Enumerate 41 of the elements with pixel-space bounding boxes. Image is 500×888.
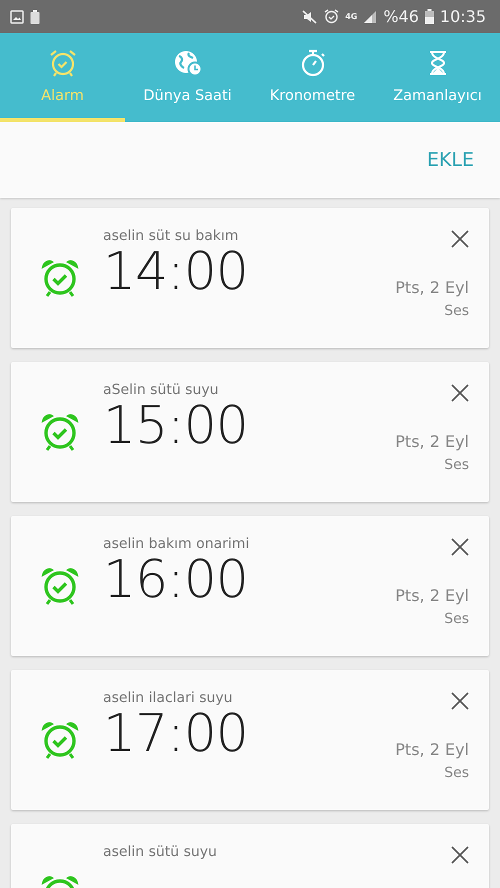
alarm-time: 14:00 [103,244,249,302]
close-icon[interactable] [451,230,469,248]
network-type: 4G [345,12,358,21]
alarm-name: aselin sütü suyu [103,844,218,860]
close-icon[interactable] [451,846,469,864]
alarm-name: aselin süt su bakım [103,228,240,244]
close-icon[interactable] [451,384,469,402]
alarm-sound: Ses [444,765,469,781]
close-icon[interactable] [451,692,469,710]
alarm-sound: Ses [444,457,469,473]
alarm-days: Pts, 2 Eyl [395,432,469,451]
alarm-name: aselin bakım onarimi [103,536,250,552]
tab[interactable]: Zamanlayıcı [375,33,500,122]
alarm-name: aSelin sütü suyu [103,382,220,398]
alarm-card[interactable]: aselin ilaclari suyu 17:00 Pts, 2 Eyl Ses [11,670,489,810]
tab[interactable]: Kronometre [250,33,375,122]
alarm-time: 17:00 [103,706,249,764]
battery-icon [30,10,40,24]
alarm-time: 15:00 [103,398,249,456]
close-icon[interactable] [451,538,469,556]
alarm-sound: Ses [444,303,469,319]
alarm-name: aselin ilaclari suyu [103,690,234,706]
clock: 10:35 [440,7,486,26]
alarm-sound: Ses [444,611,469,627]
alarm-card[interactable]: aSelin sütü suyu 15:00 Pts, 2 Eyl Ses [11,362,489,502]
alarm-card[interactable]: aselin bakım onarimi 16:00 Pts, 2 Eyl Ses [11,516,489,656]
tab[interactable]: Dünya Saati [125,33,250,122]
mute-icon [302,10,318,24]
alarm-days: Pts, 2 Eyl [395,586,469,605]
alarm-days: Pts, 2 Eyl [395,278,469,297]
image-icon [10,10,24,24]
alarm-card[interactable]: aselin süt su bakım 14:00 Pts, 2 Eyl Ses [11,208,489,348]
battery-level: %46 [383,7,419,26]
alarm-icon [324,9,340,24]
signal-icon [363,10,378,24]
alarm-clock-icon [48,48,78,78]
alarm-time: 16:00 [103,552,249,610]
alarm-days: Pts, 2 Eyl [395,740,469,759]
add-button[interactable]: EKLE [420,145,480,175]
alarm-card[interactable]: aselin sütü suyu [11,824,489,888]
battery-icon [424,9,434,24]
